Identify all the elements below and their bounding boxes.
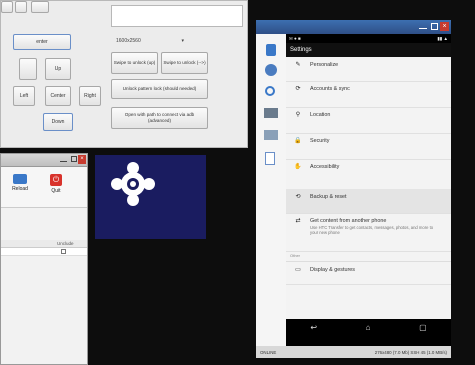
back-icon[interactable]: ↩ xyxy=(310,323,317,332)
swipe-right-button[interactable]: Swipe to unlock (-->) xyxy=(161,52,208,74)
settings-item-label: Accounts & sync xyxy=(310,86,350,92)
down-button[interactable]: Down xyxy=(43,113,73,131)
personalize-icon: ✎ xyxy=(295,62,301,68)
settings-item-transfer[interactable]: ⇄ Get content from another phone Use HTC… xyxy=(286,213,451,252)
phone-status-strip: ONLINE 276x480 (7.0 Mb) SSH 45 (1.0 MB/s… xyxy=(256,346,451,358)
phone-maximize-icon[interactable] xyxy=(431,23,438,30)
quit-button[interactable]: ⏻ Quit xyxy=(43,172,69,202)
table-row[interactable] xyxy=(1,248,87,256)
reload-label: Reload xyxy=(12,186,28,192)
phone-close-icon[interactable]: × xyxy=(440,22,449,31)
stream-stats: 276x480 (7.0 Mb) SSH 45 (1.0 MB/s) xyxy=(374,349,447,355)
secondary-window: × Reload ⏻ Quit Unclude xyxy=(0,153,88,365)
settings-item-label: Backup & reset xyxy=(310,194,347,200)
top-button-b[interactable] xyxy=(15,1,27,13)
blank-button[interactable] xyxy=(19,58,37,80)
settings-item-personalize[interactable]: ✎ Personalize xyxy=(286,57,451,82)
up-button[interactable]: Up xyxy=(45,58,71,80)
minimize-icon[interactable] xyxy=(60,156,67,162)
close-icon[interactable]: × xyxy=(78,155,86,164)
phone-titlebar: × xyxy=(256,20,451,34)
center-button[interactable]: Center xyxy=(45,86,71,106)
settings-item-backup[interactable]: ⟲ Backup & reset xyxy=(286,189,451,214)
secondary-titlebar: × xyxy=(1,154,87,167)
device-combo-value: 1600x2560 xyxy=(116,38,141,44)
phone-window: × ✉ ● ■ ▮▮ ▲ Settings ✎ Personalize ⟳ Ac… xyxy=(256,20,451,358)
android-status-bar: ✉ ● ■ ▮▮ ▲ xyxy=(286,34,451,43)
right-button[interactable]: Right xyxy=(79,86,101,106)
notification-icons: ✉ ● ■ xyxy=(289,35,301,41)
settings-item-sublabel: Use HTC Transfer to get contacts, messag… xyxy=(310,225,434,235)
lock-icon: 🔒 xyxy=(294,138,302,144)
open-path-button[interactable]: Open with path to connect via adb (advan… xyxy=(111,107,208,129)
keyboard-icon[interactable] xyxy=(264,130,278,140)
settings-item-accounts[interactable]: ⟳ Accounts & sync xyxy=(286,81,451,108)
app-logo xyxy=(95,155,206,239)
screenshot-icon[interactable] xyxy=(264,108,278,118)
column-header: Unclude xyxy=(57,241,74,246)
recents-icon[interactable]: ▢ xyxy=(419,323,427,332)
phone-minimize-icon[interactable] xyxy=(419,23,427,29)
settings-item-label: Location xyxy=(310,112,331,118)
settings-appbar: Settings xyxy=(286,43,451,57)
sync-icon: ⟳ xyxy=(295,86,301,92)
swipe-up-button[interactable]: Swipe to unlock (up) xyxy=(111,52,158,74)
control-window: enter 1600x2560 ▾ Swipe to unlock (up) S… xyxy=(0,0,248,148)
signal-icons: ▮▮ ▲ xyxy=(437,35,448,41)
android-nav-bar: ↩ ⌂ ▢ xyxy=(286,319,451,335)
row-checkbox[interactable] xyxy=(61,249,66,254)
unlock-pattern-button[interactable]: Unlock pattern lock (should needed) xyxy=(111,79,208,99)
settings-item-accessibility[interactable]: ✋ Accessibility xyxy=(286,159,451,190)
settings-item-label: Display & gestures xyxy=(310,267,355,273)
status-field xyxy=(111,5,243,27)
top-button-c[interactable] xyxy=(31,1,49,13)
device-combo[interactable]: 1600x2560 ▾ xyxy=(116,38,184,44)
refresh-icon[interactable] xyxy=(265,64,277,76)
home-icon[interactable]: ⌂ xyxy=(366,323,371,332)
transfer-icon: ⇄ xyxy=(295,218,301,224)
enter-button[interactable]: enter xyxy=(13,34,71,50)
settings-item-label: Personalize xyxy=(310,62,339,68)
top-button-a[interactable] xyxy=(1,1,13,13)
power-icon: ⏻ xyxy=(50,174,62,186)
backup-icon: ⟲ xyxy=(295,194,301,200)
page-title: Settings xyxy=(290,47,312,53)
quit-label: Quit xyxy=(51,188,61,194)
settings-item-display[interactable]: ▭ Display & gestures xyxy=(286,261,451,285)
display-icon: ▭ xyxy=(295,267,301,273)
table-header: Unclude xyxy=(1,240,87,248)
section-header: Other xyxy=(290,253,301,258)
logo-icon xyxy=(111,162,155,206)
document-icon[interactable] xyxy=(265,152,275,165)
search-icon[interactable] xyxy=(265,86,275,96)
secondary-toolbar: Reload ⏻ Quit xyxy=(1,167,87,208)
settings-item-security[interactable]: 🔒 Security xyxy=(286,133,451,160)
settings-item-label: Get content from another phone xyxy=(310,218,387,224)
phone-side-toolbar xyxy=(256,34,286,358)
reload-icon xyxy=(13,174,27,184)
location-icon: ⚲ xyxy=(295,112,301,118)
maximize-icon[interactable] xyxy=(71,156,77,162)
connection-status: ONLINE xyxy=(260,349,277,355)
settings-item-location[interactable]: ⚲ Location xyxy=(286,107,451,134)
settings-item-label: Accessibility xyxy=(310,164,340,170)
hand-icon: ✋ xyxy=(294,164,302,170)
chevron-down-icon: ▾ xyxy=(181,38,184,44)
settings-list: ✎ Personalize ⟳ Accounts & sync ⚲ Locati… xyxy=(286,57,451,319)
reload-button[interactable]: Reload xyxy=(5,172,35,202)
settings-item-label: Security xyxy=(310,138,330,144)
left-button[interactable]: Left xyxy=(13,86,35,106)
phone-app-icon[interactable] xyxy=(266,44,276,56)
